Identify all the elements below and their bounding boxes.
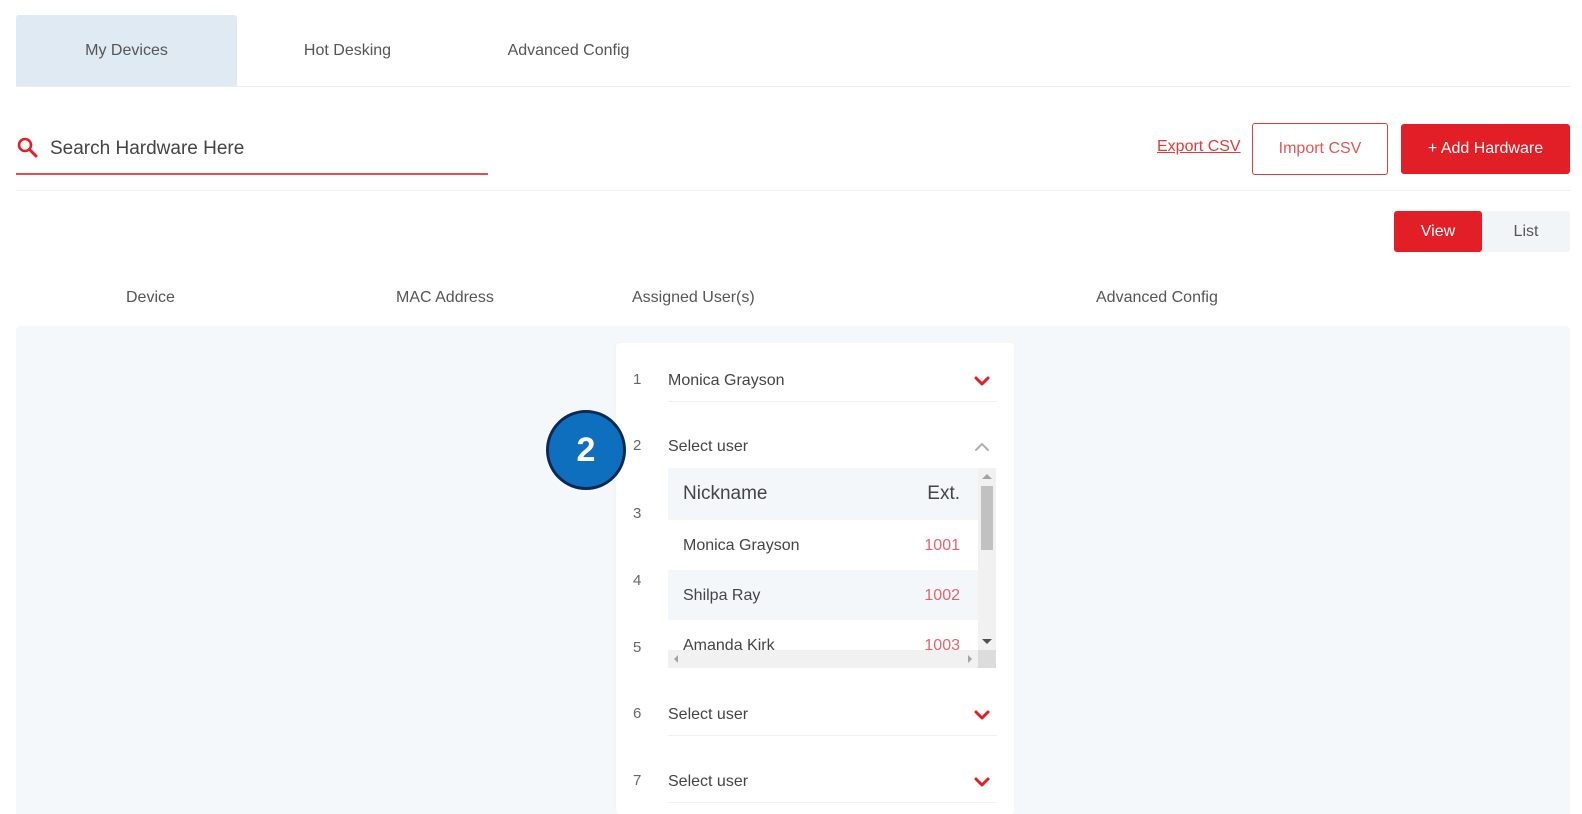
dropdown-header: Nickname Ext.	[668, 468, 978, 520]
scrollbar-corner	[978, 650, 996, 668]
scroll-left-arrow-icon[interactable]	[674, 655, 678, 663]
user-select-label: Select user	[668, 773, 749, 790]
export-csv-link[interactable]: Export CSV	[1157, 138, 1241, 156]
column-header-mac-address: MAC Address	[396, 289, 494, 306]
slot-number: 2	[633, 437, 642, 454]
nickname-header: Nickname	[683, 483, 768, 504]
search-input[interactable]	[50, 138, 470, 160]
slot-number: 6	[633, 705, 642, 722]
step-badge: 2	[546, 410, 626, 490]
column-header-device: Device	[126, 289, 175, 306]
option-nickname: Monica Grayson	[683, 537, 800, 554]
user-dropdown-list[interactable]: Nickname Ext. Monica Grayson 1001 Shilpa…	[668, 468, 996, 668]
scroll-right-arrow-icon[interactable]	[968, 655, 972, 663]
chevron-down-icon[interactable]	[973, 773, 991, 791]
search-icon[interactable]	[16, 136, 42, 162]
slot-number: 5	[633, 639, 642, 656]
import-csv-button[interactable]: Import CSV	[1252, 123, 1388, 175]
user-select-label: Select user	[668, 706, 749, 723]
tab-bar: My Devices Hot Desking Advanced Config	[16, 15, 1570, 87]
user-select-1[interactable]: Monica Grayson	[668, 362, 997, 402]
column-header-assigned-users: Assigned User(s)	[632, 289, 755, 306]
slot-number: 4	[633, 572, 642, 589]
tab-hot-desking[interactable]: Hot Desking	[237, 15, 458, 86]
user-select-2[interactable]: Select user	[668, 428, 997, 468]
scrollbar-thumb[interactable]	[981, 486, 993, 550]
column-header-advanced-config: Advanced Config	[1096, 289, 1218, 306]
tab-my-devices[interactable]: My Devices	[16, 15, 237, 86]
slot-number: 7	[633, 772, 642, 789]
divider	[16, 190, 1570, 191]
user-select-6[interactable]: Select user	[668, 696, 997, 736]
user-select-label: Select user	[668, 438, 749, 455]
ext-header: Ext.	[927, 483, 960, 504]
dropdown-option[interactable]: Monica Grayson 1001	[668, 520, 978, 570]
vertical-scrollbar[interactable]	[978, 468, 996, 650]
add-hardware-button[interactable]: + Add Hardware	[1401, 124, 1570, 174]
view-list-toggle: View List	[1394, 211, 1570, 252]
scroll-down-arrow-icon[interactable]	[982, 639, 992, 644]
option-ext: 1002	[924, 587, 960, 604]
chevron-down-icon[interactable]	[973, 372, 991, 390]
scroll-up-arrow-icon[interactable]	[982, 474, 992, 479]
dropdown-option[interactable]: Shilpa Ray 1002	[668, 570, 978, 620]
view-option[interactable]: View	[1394, 211, 1482, 252]
chevron-down-icon[interactable]	[973, 706, 991, 724]
chevron-up-icon[interactable]	[973, 438, 991, 456]
slot-number: 1	[633, 371, 642, 388]
list-option[interactable]: List	[1482, 211, 1570, 252]
option-nickname: Shilpa Ray	[683, 587, 761, 604]
tab-advanced-config[interactable]: Advanced Config	[458, 15, 679, 86]
option-ext: 1001	[924, 537, 960, 554]
search-bar	[16, 125, 488, 175]
slot-number: 3	[633, 505, 642, 522]
user-select-7[interactable]: Select user	[668, 763, 997, 803]
user-select-label: Monica Grayson	[668, 372, 785, 389]
horizontal-scrollbar[interactable]	[668, 650, 978, 668]
